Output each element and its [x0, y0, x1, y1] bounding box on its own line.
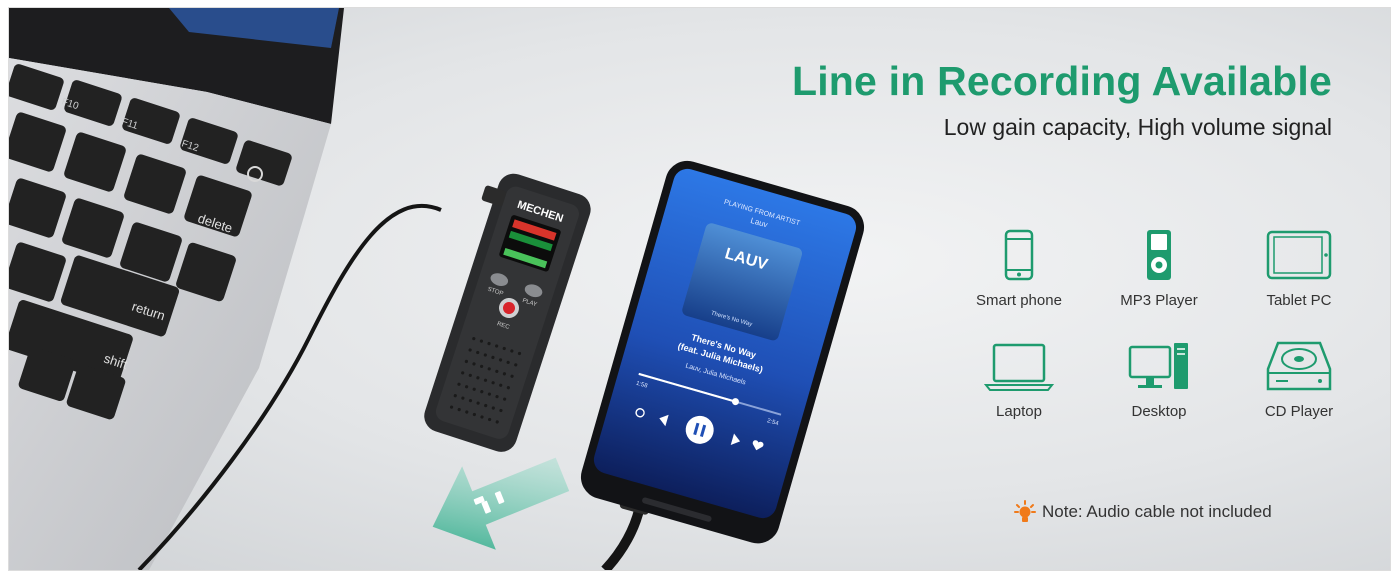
lightbulb-icon — [1014, 500, 1036, 522]
compatible-devices: Smart phone MP3 Player Tablet PC Laptop … — [949, 228, 1369, 420]
device-laptop: Laptop — [949, 339, 1089, 420]
device-mp3-player: MP3 Player — [1089, 228, 1229, 309]
device-label: MP3 Player — [1120, 292, 1198, 309]
smartphone: PLAYING FROM ARTIST Lauv LAUV There's No… — [580, 160, 865, 544]
device-label: CD Player — [1264, 403, 1334, 420]
banner-subtitle: Low gain capacity, High volume signal — [943, 114, 1332, 140]
tablet-icon — [1266, 230, 1332, 280]
device-tablet-pc: Tablet PC — [1229, 228, 1369, 309]
device-desktop: Desktop — [1089, 339, 1229, 420]
device-smart-phone: Smart phone — [949, 228, 1089, 309]
product-banner: F10 F11 F12 delete return shift MECHEN S… — [8, 7, 1391, 571]
banner-title: Line in Recording Available — [791, 58, 1332, 104]
cd-player-icon — [1266, 341, 1332, 391]
device-label: Tablet PC — [1266, 292, 1332, 309]
laptop: F10 F11 F12 delete return shift — [9, 8, 344, 570]
mp3-player-icon — [1147, 230, 1171, 280]
device-label: Desktop — [1131, 403, 1187, 420]
laptop-icon — [984, 343, 1054, 391]
device-label: Smart phone — [976, 292, 1062, 309]
desktop-icon — [1128, 343, 1188, 389]
smartphone-icon — [1004, 229, 1034, 281]
cable-note: Note: Audio cable not included — [1014, 500, 1272, 524]
device-cd-player: CD Player — [1229, 339, 1369, 420]
note-text: Note: Audio cable not included — [1042, 502, 1272, 521]
signal-arrow-icon — [432, 457, 570, 550]
device-label: Laptop — [996, 403, 1042, 420]
